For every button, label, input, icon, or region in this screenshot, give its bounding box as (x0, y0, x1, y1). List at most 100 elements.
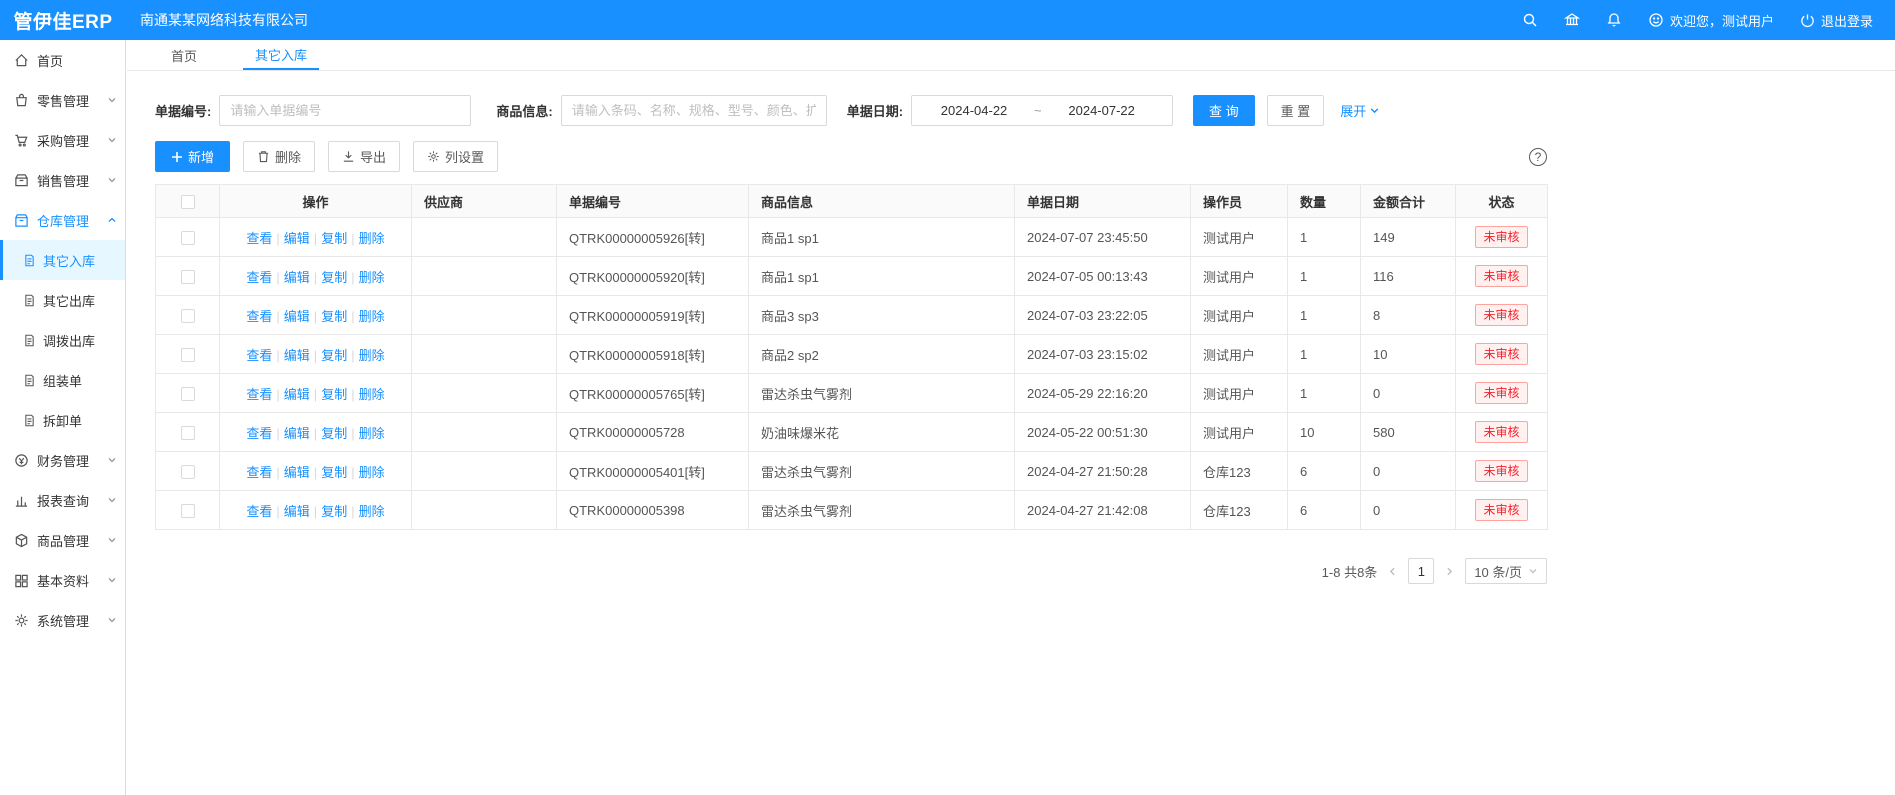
welcome-user[interactable]: 欢迎您，测试用户 (1648, 11, 1774, 30)
table-body: 查看|编辑|复制|删除 QTRK00000005926[转] 商品1 sp1 2… (156, 218, 1548, 530)
logout-button[interactable]: 退出登录 (1800, 11, 1873, 30)
delete-link[interactable]: 删除 (359, 231, 385, 246)
order-no-label: 单据编号: (155, 101, 211, 120)
column-settings-button[interactable]: 列设置 (413, 141, 498, 172)
row-checkbox[interactable] (181, 270, 195, 284)
sidebar-item-products[interactable]: 商品管理 (0, 520, 125, 560)
add-button[interactable]: 新增 (155, 141, 230, 172)
row-checkbox[interactable] (181, 231, 195, 245)
copy-link[interactable]: 复制 (321, 465, 347, 480)
filter-bar: 单据编号: 商品信息: 单据日期: ~ 查 询 重 置 展开 (155, 95, 1547, 126)
chevron-down-icon (107, 95, 117, 105)
delete-link[interactable]: 删除 (359, 270, 385, 285)
delete-link[interactable]: 删除 (359, 387, 385, 402)
chevron-down-icon (1528, 566, 1538, 576)
copy-link[interactable]: 复制 (321, 309, 347, 324)
view-link[interactable]: 查看 (246, 504, 272, 519)
row-checkbox[interactable] (181, 309, 195, 323)
sidebar-item-basic-data[interactable]: 基本资料 (0, 560, 125, 600)
bell-icon[interactable] (1606, 12, 1622, 28)
copy-link[interactable]: 复制 (321, 270, 347, 285)
sidebar-subitem-assembly[interactable]: 组装单 (0, 360, 125, 400)
row-checkbox[interactable] (181, 387, 195, 401)
plus-icon (171, 151, 183, 163)
doc-icon (23, 414, 36, 427)
sidebar-item-home[interactable]: 首页 (0, 40, 125, 80)
view-link[interactable]: 查看 (246, 231, 272, 246)
sidebar-item-retail[interactable]: 零售管理 (0, 80, 125, 120)
date-from-input[interactable] (918, 103, 1030, 118)
edit-link[interactable]: 编辑 (284, 387, 310, 402)
cell-amount: 0 (1361, 491, 1456, 530)
view-link[interactable]: 查看 (246, 270, 272, 285)
delete-link[interactable]: 删除 (359, 348, 385, 363)
sidebar-item-warehouse[interactable]: 仓库管理 (0, 200, 125, 240)
doc-icon (23, 254, 36, 267)
edit-link[interactable]: 编辑 (284, 309, 310, 324)
order-no-input[interactable] (219, 95, 471, 126)
date-to-input[interactable] (1046, 103, 1158, 118)
app-logo: 管伊佳ERP (0, 7, 126, 34)
help-icon[interactable]: ? (1529, 148, 1547, 166)
sidebar-item-finance[interactable]: 财务管理 (0, 440, 125, 480)
edit-link[interactable]: 编辑 (284, 426, 310, 441)
copy-link[interactable]: 复制 (321, 231, 347, 246)
sidebar-subitem-other-inbound[interactable]: 其它入库 (0, 240, 125, 280)
view-link[interactable]: 查看 (246, 465, 272, 480)
view-link[interactable]: 查看 (246, 426, 272, 441)
sidebar-subitem-transfer-outbound[interactable]: 调拨出库 (0, 320, 125, 360)
sidebar-subitem-disassembly[interactable]: 拆卸单 (0, 400, 125, 440)
delete-link[interactable]: 删除 (359, 426, 385, 441)
sidebar-item-sales[interactable]: 销售管理 (0, 160, 125, 200)
copy-link[interactable]: 复制 (321, 387, 347, 402)
table-row: 查看|编辑|复制|删除 QTRK00000005918[转] 商品2 sp2 2… (156, 335, 1548, 374)
delete-link[interactable]: 删除 (359, 504, 385, 519)
search-button[interactable]: 查 询 (1193, 95, 1255, 126)
delete-link[interactable]: 删除 (359, 309, 385, 324)
date-range-picker[interactable]: ~ (911, 95, 1173, 126)
row-actions: 查看|编辑|复制|删除 (220, 413, 412, 452)
tab-home[interactable]: 首页 (159, 40, 209, 70)
edit-link[interactable]: 编辑 (284, 504, 310, 519)
search-icon[interactable] (1522, 12, 1538, 28)
copy-link[interactable]: 复制 (321, 504, 347, 519)
tab-other-inbound[interactable]: 其它入库 (243, 40, 319, 70)
status-badge: 未审核 (1475, 343, 1527, 365)
page-size-select[interactable]: 10 条/页 (1465, 558, 1547, 584)
row-checkbox[interactable] (181, 504, 195, 518)
status-badge: 未审核 (1475, 421, 1527, 443)
sidebar-subitem-other-outbound[interactable]: 其它出库 (0, 280, 125, 320)
welcome-text: 欢迎您，测试用户 (1670, 11, 1774, 30)
reset-button[interactable]: 重 置 (1267, 95, 1325, 126)
edit-link[interactable]: 编辑 (284, 348, 310, 363)
sidebar-item-purchase[interactable]: 采购管理 (0, 120, 125, 160)
cell-amount: 0 (1361, 452, 1456, 491)
select-all-checkbox[interactable] (181, 195, 195, 209)
edit-link[interactable]: 编辑 (284, 231, 310, 246)
edit-link[interactable]: 编辑 (284, 465, 310, 480)
bank-icon[interactable] (1564, 12, 1580, 28)
delete-button[interactable]: 删除 (243, 141, 315, 172)
prev-page-icon[interactable] (1387, 566, 1398, 577)
row-checkbox[interactable] (181, 465, 195, 479)
view-link[interactable]: 查看 (246, 309, 272, 324)
copy-link[interactable]: 复制 (321, 426, 347, 441)
sidebar-item-system[interactable]: 系统管理 (0, 600, 125, 640)
report-icon (14, 493, 29, 508)
current-page-button[interactable]: 1 (1408, 558, 1434, 584)
copy-link[interactable]: 复制 (321, 348, 347, 363)
expand-link[interactable]: 展开 (1340, 101, 1380, 120)
view-link[interactable]: 查看 (246, 348, 272, 363)
edit-link[interactable]: 编辑 (284, 270, 310, 285)
row-checkbox[interactable] (181, 426, 195, 440)
row-checkbox[interactable] (181, 348, 195, 362)
main-area: 首页 其它入库 单据编号: 商品信息: 单据日期: ~ 查 询 重 置 展开 (127, 40, 1895, 795)
sidebar-item-reports[interactable]: 报表查询 (0, 480, 125, 520)
delete-link[interactable]: 删除 (359, 465, 385, 480)
cell-product: 商品2 sp2 (749, 335, 1015, 374)
table-row: 查看|编辑|复制|删除 QTRK00000005919[转] 商品3 sp3 2… (156, 296, 1548, 335)
export-button[interactable]: 导出 (328, 141, 400, 172)
product-info-input[interactable] (561, 95, 827, 126)
view-link[interactable]: 查看 (246, 387, 272, 402)
next-page-icon[interactable] (1444, 566, 1455, 577)
